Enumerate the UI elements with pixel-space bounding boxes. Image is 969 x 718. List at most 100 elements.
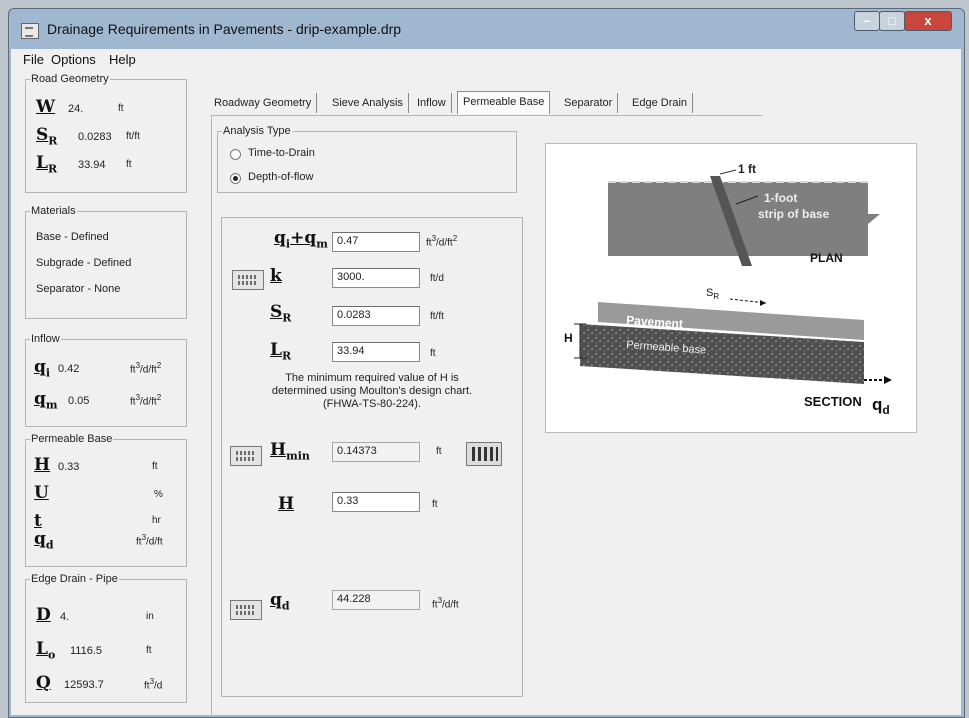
- sr-input[interactable]: 0.0283: [332, 306, 420, 326]
- qi-qm-unit: ft3/d/ft2: [426, 234, 458, 249]
- maximize-icon: □: [888, 13, 896, 28]
- lr-unit-right: ft: [430, 348, 436, 359]
- qd-calculator-button[interactable]: [230, 600, 262, 620]
- lr-input[interactable]: 33.94: [332, 342, 420, 362]
- lo-symbol[interactable]: Lo: [36, 639, 55, 661]
- d-symbol[interactable]: D: [36, 605, 51, 625]
- w-value: 24.: [68, 103, 84, 115]
- qi-unit: ft3/d/ft2: [130, 361, 162, 376]
- depth-of-flow-label[interactable]: Depth-of-flow: [248, 171, 313, 183]
- hmin-calculator-button[interactable]: [230, 446, 262, 466]
- k-calculator-button[interactable]: [232, 270, 264, 290]
- close-button[interactable]: x: [904, 11, 952, 31]
- strip-label-1: 1-foot: [764, 191, 797, 205]
- qi-value: 0.42: [58, 363, 80, 375]
- lr-label[interactable]: LR: [270, 340, 291, 362]
- maximize-button[interactable]: □: [879, 11, 905, 31]
- inflow-legend: Inflow: [31, 333, 60, 345]
- tab-separator[interactable]: Separator: [559, 93, 619, 113]
- sr-value: 0.0283: [78, 131, 112, 143]
- material-base: Base - Defined: [36, 231, 109, 243]
- q-symbol[interactable]: Q: [36, 673, 51, 693]
- qm-value: 0.05: [68, 395, 90, 407]
- menu-file[interactable]: File: [23, 52, 44, 67]
- pavement-diagram-svg: 1 ft 1-foot strip of base PLAN SR Paveme…: [564, 162, 892, 417]
- h-value: 0.33: [58, 461, 80, 473]
- width-leader-line: [719, 169, 737, 175]
- edge-drain-panel: Edge Drain - Pipe D 4. in Lo 1116.5 ft Q…: [25, 573, 187, 703]
- minimize-icon: –: [863, 13, 871, 28]
- sr-unit-right: ft/ft: [430, 311, 444, 322]
- k-label[interactable]: k: [270, 266, 282, 286]
- qm-symbol[interactable]: qm: [34, 389, 58, 411]
- plan-label: PLAN: [810, 251, 843, 265]
- h-label[interactable]: H: [278, 494, 294, 514]
- u-symbol[interactable]: U: [34, 483, 49, 503]
- permeable-base-form: qi+qm 0.47 ft3/d/ft2 k 3000. ft/d SR 0.0…: [221, 217, 523, 697]
- tab-edge-drain[interactable]: Edge Drain: [627, 93, 694, 113]
- menu-options[interactable]: Options: [51, 52, 96, 67]
- permeable-base-panel: Permeable Base H 0.33 ft U % t hr qd ft3…: [25, 433, 187, 567]
- hmin-label[interactable]: Hmin: [270, 440, 310, 462]
- h-symbol[interactable]: H: [34, 455, 50, 475]
- w-symbol[interactable]: W: [36, 97, 55, 117]
- road-geometry-legend: Road Geometry: [31, 73, 109, 85]
- radio-depth-of-flow[interactable]: [230, 173, 241, 184]
- pavement-diagram: 1 ft 1-foot strip of base PLAN SR Paveme…: [545, 143, 917, 433]
- client-area: Road Geometry W 24. ft SR 0.0283 ft/ft L…: [11, 71, 961, 716]
- qd-output: 44.228: [332, 590, 420, 610]
- tab-inflow[interactable]: Inflow: [412, 93, 452, 113]
- k-input[interactable]: 3000.: [332, 268, 420, 288]
- road-geometry-panel: Road Geometry W 24. ft SR 0.0283 ft/ft L…: [25, 73, 187, 193]
- sr-label[interactable]: SR: [270, 302, 291, 324]
- h-diagram-label: H: [564, 331, 573, 345]
- menu-bar: File Options Help: [11, 49, 961, 71]
- hmin-unit: ft: [436, 446, 442, 457]
- tab-roadway-geometry[interactable]: Roadway Geometry: [209, 93, 318, 113]
- qm-unit: ft3/d/ft2: [130, 393, 162, 408]
- h-input[interactable]: 0.33: [332, 492, 420, 512]
- design-chart-button[interactable]: [466, 442, 502, 466]
- sr-unit: ft/ft: [126, 131, 140, 142]
- title-bar[interactable]: Drainage Requirements in Pavements - dri…: [9, 9, 964, 49]
- materials-legend: Materials: [31, 205, 76, 217]
- qd-diagram-label: qd: [872, 395, 890, 417]
- edge-drain-legend: Edge Drain - Pipe: [31, 573, 118, 585]
- q-value: 12593.7: [64, 679, 104, 691]
- d-unit: in: [146, 611, 154, 622]
- permeable-base-legend: Permeable Base: [31, 433, 113, 445]
- moulton-note: The minimum required value of H is deter…: [271, 372, 473, 410]
- sr-symbol[interactable]: SR: [36, 125, 57, 147]
- minimize-button[interactable]: –: [854, 11, 880, 31]
- close-icon: x: [924, 13, 932, 28]
- qd-arrow-head: [884, 376, 892, 384]
- hmin-output: 0.14373: [332, 442, 420, 462]
- inflow-panel: Inflow qi 0.42 ft3/d/ft2 qm 0.05 ft3/d/f…: [25, 333, 187, 427]
- t-symbol[interactable]: t: [34, 511, 42, 531]
- lo-unit: ft: [146, 645, 152, 656]
- t-unit: hr: [152, 515, 161, 526]
- analysis-type-group: Analysis Type Time-to-Drain Depth-of-flo…: [217, 125, 517, 193]
- slope-label: SR: [706, 287, 719, 301]
- qd-symbol[interactable]: qd: [34, 529, 54, 551]
- qi-symbol[interactable]: qi: [34, 357, 50, 379]
- w-unit: ft: [118, 103, 124, 114]
- qd-unit: ft3/d/ft: [136, 533, 163, 548]
- tab-permeable-base[interactable]: Permeable Base: [457, 91, 551, 114]
- d-value: 4.: [60, 611, 70, 623]
- qi-qm-input[interactable]: 0.47: [332, 232, 420, 252]
- q-unit: ft3/d: [144, 677, 163, 692]
- time-to-drain-label[interactable]: Time-to-Drain: [248, 147, 315, 159]
- tab-sieve-analysis[interactable]: Sieve Analysis: [327, 93, 409, 113]
- lr-symbol[interactable]: LR: [36, 153, 57, 175]
- menu-help[interactable]: Help: [109, 52, 136, 67]
- lr-value: 33.94: [78, 159, 106, 171]
- app-window: Drainage Requirements in Pavements - dri…: [8, 8, 965, 718]
- qd-unit-right: ft3/d/ft: [432, 596, 459, 611]
- qd-label[interactable]: qd: [270, 590, 290, 612]
- qi-qm-label[interactable]: qi+qm: [274, 228, 328, 250]
- radio-time-to-drain[interactable]: [230, 149, 241, 160]
- material-subgrade: Subgrade - Defined: [36, 257, 132, 269]
- lo-value: 1116.5: [70, 645, 103, 657]
- h-unit: ft: [152, 461, 158, 472]
